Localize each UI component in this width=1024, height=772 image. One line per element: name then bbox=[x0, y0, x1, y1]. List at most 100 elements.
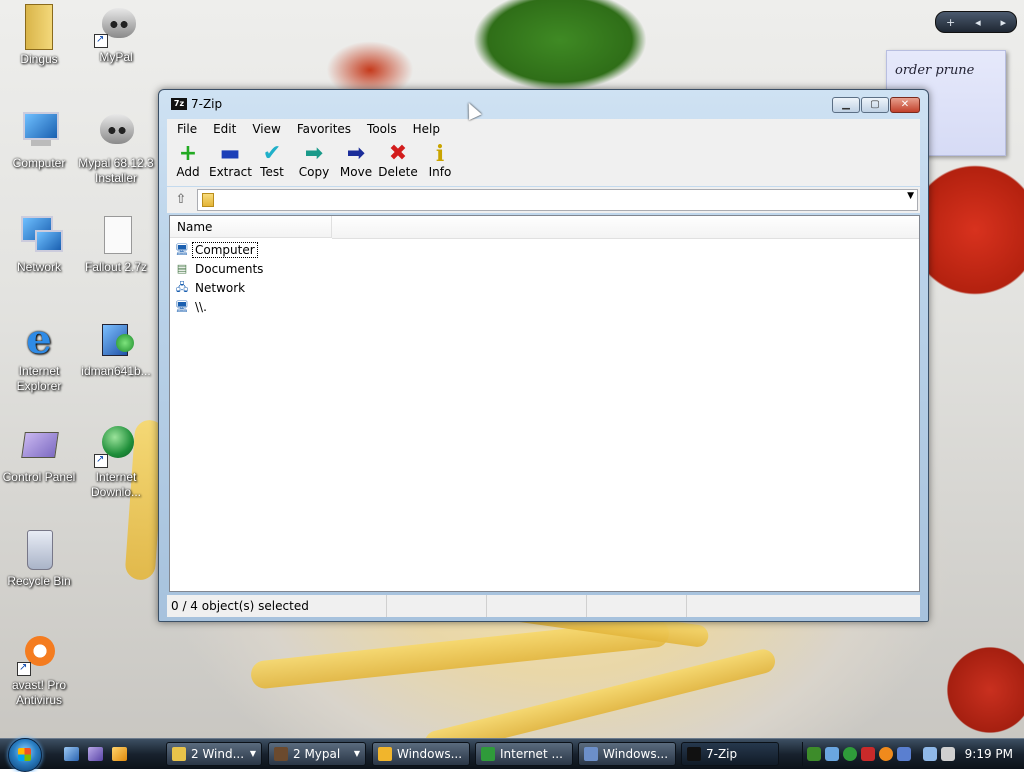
desktop-icon-idman-installer[interactable]: idman641b... bbox=[77, 318, 155, 379]
desktop-icon-control-panel[interactable]: Control Panel bbox=[0, 424, 78, 485]
sidebar-prev-button[interactable]: ◂ bbox=[975, 16, 981, 29]
taskbar-button-windows-installer[interactable]: Windows... bbox=[578, 742, 676, 766]
sidebar-next-button[interactable]: ▸ bbox=[1001, 16, 1007, 29]
menu-favorites[interactable]: Favorites bbox=[287, 122, 357, 136]
dropdown-arrow-icon[interactable]: ▼ bbox=[907, 191, 914, 201]
file-icon bbox=[94, 214, 138, 258]
address-combobox[interactable]: ▼ bbox=[197, 189, 918, 211]
idm-icon bbox=[481, 747, 495, 761]
desktop-icon-label: Computer bbox=[12, 156, 66, 170]
copy-icon: ➡ bbox=[304, 141, 324, 166]
taskbar-button-mypal-group[interactable]: 2 Mypal ▼ bbox=[268, 742, 366, 766]
list-item-documents[interactable]: ▤ Documents bbox=[175, 259, 265, 278]
taskbar-button-label: Windows... bbox=[603, 747, 669, 761]
copy-button[interactable]: ➡ Copy bbox=[293, 139, 335, 186]
desktop-icon-fallout-archive[interactable]: Fallout 2.7z bbox=[77, 214, 155, 275]
media-player-icon[interactable] bbox=[112, 747, 127, 761]
sticky-note-text[interactable]: order prune bbox=[895, 63, 974, 78]
sidebar-controls: + ◂ ▸ bbox=[935, 11, 1017, 33]
info-icon: i bbox=[435, 141, 445, 167]
taskbar-button-internet-download[interactable]: Internet ... bbox=[475, 742, 573, 766]
copy-button-label: Copy bbox=[298, 165, 330, 179]
sidebar-add-button[interactable]: + bbox=[946, 16, 955, 29]
folder-icon bbox=[25, 4, 53, 50]
clock[interactable]: 9:19 PM bbox=[965, 742, 1013, 766]
desktop-icon-label: MyPal bbox=[99, 50, 133, 64]
tray-volume-icon[interactable] bbox=[941, 747, 955, 761]
menu-edit[interactable]: Edit bbox=[203, 122, 242, 136]
list-item-computer[interactable]: 🖥 Computer bbox=[175, 240, 258, 259]
delete-button-label: Delete bbox=[378, 165, 418, 179]
internet-explorer-icon: e bbox=[26, 316, 52, 363]
desktop-icon-computer[interactable]: Computer bbox=[0, 110, 78, 171]
toolbar: + Add ▬ Extract ✔ Test ➡ Copy ➡ Move ✖ D… bbox=[167, 139, 920, 186]
idm-globe-icon bbox=[94, 424, 138, 468]
list-item-device[interactable]: 🖥 \\. bbox=[175, 297, 209, 316]
desktop-icon-recycle-bin[interactable]: Recycle Bin bbox=[0, 528, 78, 589]
list-item-label: Documents bbox=[195, 261, 264, 276]
list-item-label: Network bbox=[195, 280, 246, 295]
tray-security-icon[interactable] bbox=[807, 747, 821, 761]
network-icon bbox=[17, 214, 63, 258]
taskbar-button-label: 7-Zip bbox=[706, 747, 738, 761]
move-button[interactable]: ➡ Move bbox=[335, 139, 377, 186]
list-item-network[interactable]: 🖧 Network bbox=[175, 278, 247, 297]
seven-zip-app-icon[interactable]: 7z bbox=[171, 98, 187, 110]
desktop-icon-label: Internet Explorer bbox=[16, 364, 62, 393]
mypal-raccoon-icon bbox=[94, 4, 138, 48]
maximize-button[interactable]: ▢ bbox=[861, 97, 889, 113]
taskbar-button-windows-media[interactable]: Windows... bbox=[372, 742, 470, 766]
desktop-icon-internet-download-manager[interactable]: Internet Downlo... bbox=[77, 424, 155, 500]
minimize-button[interactable]: ▁ bbox=[832, 97, 860, 113]
desktop-icon-label: Mypal 68.12.3 Installer bbox=[78, 156, 154, 185]
taskbar-button-label: Windows... bbox=[397, 747, 463, 761]
menu-bar: File Edit View Favorites Tools Help bbox=[167, 119, 920, 139]
taskbar-button-label: Internet ... bbox=[500, 747, 563, 761]
close-button[interactable]: ✕ bbox=[890, 97, 920, 113]
menu-tools[interactable]: Tools bbox=[357, 122, 403, 136]
desktop-icon-label: Control Panel bbox=[2, 470, 76, 484]
file-list[interactable]: Name 🖥 Computer ▤ Documents 🖧 Network 🖥 … bbox=[169, 215, 920, 592]
add-button[interactable]: + Add bbox=[167, 139, 209, 186]
extract-button[interactable]: ▬ Extract bbox=[209, 139, 252, 186]
desktop-icon-network[interactable]: Network bbox=[0, 214, 78, 275]
desktop-icon-mypal-installer[interactable]: Mypal 68.12.3 Installer bbox=[77, 110, 155, 186]
test-button[interactable]: ✔ Test bbox=[251, 139, 293, 186]
column-header-name[interactable]: Name bbox=[170, 216, 332, 238]
taskbar-button-windows-explorer-group[interactable]: 2 Wind... ▼ bbox=[166, 742, 262, 766]
mypal-icon bbox=[274, 747, 288, 761]
up-folder-button[interactable]: ⇧ bbox=[171, 191, 191, 209]
menu-help[interactable]: Help bbox=[403, 122, 446, 136]
delete-button[interactable]: ✖ Delete bbox=[377, 139, 419, 186]
show-desktop-icon[interactable] bbox=[64, 747, 79, 761]
extract-icon: ▬ bbox=[219, 141, 241, 166]
group-arrow-icon: ▼ bbox=[353, 749, 360, 758]
tray-avast-icon[interactable] bbox=[879, 747, 893, 761]
desktop-icon-mypal[interactable]: MyPal bbox=[77, 4, 155, 65]
up-folder-icon: ⇧ bbox=[175, 192, 187, 207]
taskbar-button-7zip[interactable]: 7-Zip bbox=[681, 742, 779, 766]
desktop-icon-label: Network bbox=[16, 260, 61, 274]
start-button[interactable] bbox=[8, 738, 42, 772]
taskbar-button-label: 2 Wind... bbox=[191, 747, 245, 761]
menu-view[interactable]: View bbox=[242, 122, 286, 136]
test-icon: ✔ bbox=[262, 141, 282, 166]
desktop-icon-label: Internet Downlo... bbox=[90, 470, 142, 499]
desktop-icon-internet-explorer[interactable]: e Internet Explorer bbox=[0, 318, 78, 394]
tray-connection-icon[interactable] bbox=[923, 747, 937, 761]
seven-zip-icon bbox=[687, 747, 701, 761]
tray-app-icon[interactable] bbox=[897, 747, 911, 761]
tray-network-icon[interactable] bbox=[825, 747, 839, 761]
tray-block-icon[interactable] bbox=[861, 747, 875, 761]
desktop-icon-avast[interactable]: avast! Pro Antivirus bbox=[0, 632, 78, 708]
group-arrow-icon: ▼ bbox=[249, 749, 256, 758]
desktop-icon-dingus[interactable]: Dingus bbox=[0, 4, 78, 67]
desktop-icon-label: Fallout 2.7z bbox=[84, 260, 148, 274]
desktop-icon-label: Recycle Bin bbox=[7, 574, 71, 588]
address-bar: ⇧ ▼ bbox=[167, 187, 920, 213]
window-titlebar[interactable]: 7z 7-Zip ▁ ▢ ✕ bbox=[159, 90, 928, 120]
tray-idm-icon[interactable] bbox=[843, 747, 857, 761]
switch-windows-icon[interactable] bbox=[88, 747, 103, 761]
menu-file[interactable]: File bbox=[167, 122, 203, 136]
info-button[interactable]: i Info bbox=[419, 139, 461, 186]
